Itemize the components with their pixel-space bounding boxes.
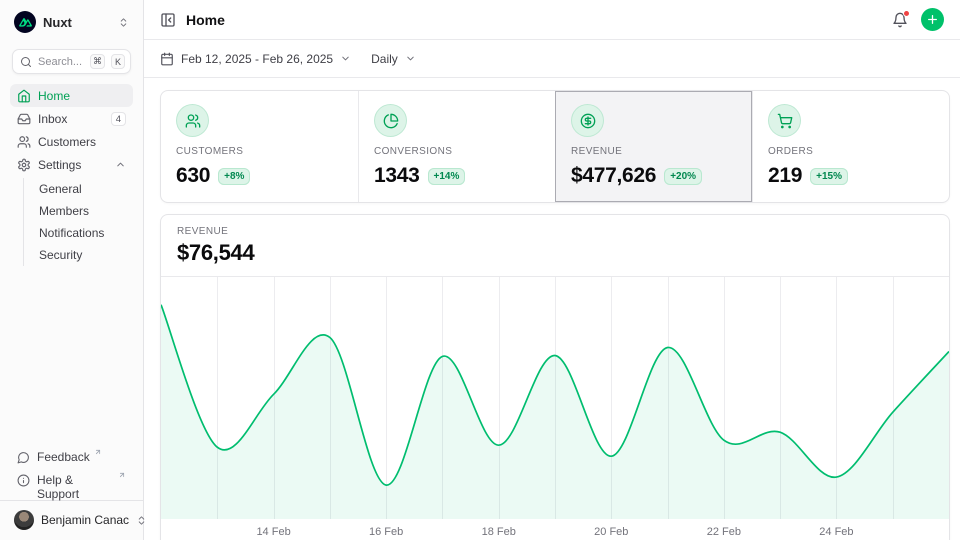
x-axis-label: 24 Feb bbox=[819, 526, 853, 538]
stat-delta-badge: +8% bbox=[218, 168, 250, 185]
stat-value: 630 bbox=[176, 164, 210, 188]
stat-card-revenue[interactable]: REVENUE $477,626 +20% bbox=[555, 91, 752, 202]
search-icon bbox=[20, 56, 32, 68]
filter-toolbar: Feb 12, 2025 - Feb 26, 2025 Daily bbox=[144, 40, 960, 78]
inbox-icon bbox=[17, 112, 31, 126]
avatar bbox=[14, 510, 34, 530]
settings-gear-icon bbox=[17, 158, 31, 172]
pie-chart-icon bbox=[374, 104, 407, 137]
stat-value: 1343 bbox=[374, 164, 420, 188]
notification-dot bbox=[903, 10, 910, 17]
chart-header: REVENUE $76,544 bbox=[161, 215, 949, 277]
page-title: Home bbox=[186, 12, 225, 28]
sidebar-item-general[interactable]: General bbox=[24, 178, 133, 200]
sidebar: Nuxt Search... ⌘ K Home Inbox 4 bbox=[0, 0, 144, 540]
sidebar-footer: Feedback Help & Support Benjamin Canac bbox=[10, 447, 133, 532]
sidebar-item-inbox[interactable]: Inbox 4 bbox=[10, 107, 133, 130]
x-axis-label: 16 Feb bbox=[369, 526, 403, 538]
stat-label: CUSTOMERS bbox=[176, 146, 343, 157]
date-range-picker[interactable]: Feb 12, 2025 - Feb 26, 2025 bbox=[160, 52, 351, 66]
stat-value: 219 bbox=[768, 164, 802, 188]
stat-delta-badge: +20% bbox=[664, 168, 702, 185]
user-menu[interactable]: Benjamin Canac bbox=[10, 501, 133, 532]
sidebar-item-members[interactable]: Members bbox=[24, 200, 133, 222]
external-link-icon bbox=[94, 448, 102, 456]
shopping-cart-icon bbox=[768, 104, 801, 137]
sidebar-item-label: Customers bbox=[38, 135, 96, 149]
inbox-count-badge: 4 bbox=[111, 112, 126, 126]
chevrons-up-down-icon bbox=[118, 17, 129, 28]
date-range-label: Feb 12, 2025 - Feb 26, 2025 bbox=[181, 52, 333, 66]
chart-x-axis: 14 Feb 16 Feb 18 Feb 20 Feb 22 Feb 24 Feb bbox=[161, 519, 949, 540]
sidebar-item-label: Settings bbox=[38, 158, 81, 172]
nuxt-logo-icon bbox=[14, 11, 36, 33]
home-icon bbox=[17, 89, 31, 103]
x-axis-label: 20 Feb bbox=[594, 526, 628, 538]
x-axis-label: 22 Feb bbox=[707, 526, 741, 538]
stat-card-conversions[interactable]: CONVERSIONS 1343 +14% bbox=[358, 91, 555, 202]
circle-dollar-icon bbox=[571, 104, 604, 137]
main-area: Home Feb 12, 2025 - Feb 26, 2025 bbox=[144, 0, 960, 540]
revenue-area-chart bbox=[161, 277, 949, 519]
top-header: Home bbox=[144, 0, 960, 40]
chevron-up-icon bbox=[115, 159, 126, 170]
interval-select[interactable]: Daily bbox=[371, 52, 416, 66]
stat-delta-badge: +15% bbox=[810, 168, 848, 185]
user-name: Benjamin Canac bbox=[41, 513, 129, 527]
sidebar-nav: Home Inbox 4 Customers Settings Ge bbox=[10, 84, 133, 268]
x-axis-label: 14 Feb bbox=[256, 526, 290, 538]
users-icon bbox=[17, 135, 31, 149]
revenue-chart-card: REVENUE $76,544 14 Feb 16 Feb 18 Feb 20 Feb… bbox=[160, 214, 950, 540]
sidebar-item-label: Inbox bbox=[38, 112, 67, 126]
dashboard-content: CUSTOMERS 630 +8% CONVERSIONS 1343 +14% bbox=[144, 78, 960, 540]
kbd-cmd: ⌘ bbox=[90, 54, 105, 69]
panel-left-close-icon bbox=[160, 12, 176, 28]
stat-card-orders[interactable]: ORDERS 219 +15% bbox=[752, 91, 949, 202]
chevron-down-icon bbox=[340, 53, 351, 64]
stat-delta-badge: +14% bbox=[428, 168, 466, 185]
plus-icon bbox=[926, 13, 939, 26]
stat-card-customers[interactable]: CUSTOMERS 630 +8% bbox=[161, 91, 358, 202]
team-switcher[interactable]: Nuxt bbox=[10, 10, 133, 34]
message-circle-icon bbox=[17, 451, 30, 464]
stat-value: $477,626 bbox=[571, 164, 656, 188]
stats-group: CUSTOMERS 630 +8% CONVERSIONS 1343 +14% bbox=[160, 90, 950, 203]
team-name: Nuxt bbox=[43, 15, 72, 30]
users-icon bbox=[176, 104, 209, 137]
add-button[interactable] bbox=[921, 8, 944, 31]
sidebar-item-security[interactable]: Security bbox=[24, 244, 133, 266]
sidebar-item-settings[interactable]: Settings bbox=[10, 153, 133, 176]
sidebar-item-label: Home bbox=[38, 89, 70, 103]
external-link-icon bbox=[118, 471, 126, 479]
chart-metric-label: REVENUE bbox=[177, 226, 933, 237]
sidebar-item-notifications[interactable]: Notifications bbox=[24, 222, 133, 244]
calendar-icon bbox=[160, 52, 174, 66]
sidebar-item-home[interactable]: Home bbox=[10, 84, 133, 107]
notifications-button[interactable] bbox=[892, 12, 908, 28]
settings-subnav: General Members Notifications Security bbox=[23, 178, 133, 266]
header-actions bbox=[892, 8, 944, 31]
revenue-chart-plot[interactable] bbox=[161, 277, 949, 519]
feedback-link[interactable]: Feedback bbox=[10, 447, 133, 470]
chevron-down-icon bbox=[405, 53, 416, 64]
interval-label: Daily bbox=[371, 52, 398, 66]
stat-label: CONVERSIONS bbox=[374, 146, 540, 157]
collapse-sidebar-button[interactable] bbox=[160, 12, 176, 28]
x-axis-label: 18 Feb bbox=[482, 526, 516, 538]
sidebar-item-customers[interactable]: Customers bbox=[10, 130, 133, 153]
stat-label: ORDERS bbox=[768, 146, 934, 157]
search-input[interactable]: Search... ⌘ K bbox=[12, 49, 131, 74]
help-support-label: Help & Support bbox=[37, 473, 114, 501]
feedback-label: Feedback bbox=[37, 450, 90, 464]
stat-label: REVENUE bbox=[571, 146, 737, 157]
help-support-link[interactable]: Help & Support bbox=[10, 470, 133, 493]
chevrons-up-down-icon bbox=[136, 515, 147, 526]
info-circle-icon bbox=[17, 474, 30, 487]
kbd-k: K bbox=[111, 54, 125, 69]
chart-metric-value: $76,544 bbox=[177, 240, 933, 266]
search-placeholder: Search... bbox=[38, 56, 84, 68]
